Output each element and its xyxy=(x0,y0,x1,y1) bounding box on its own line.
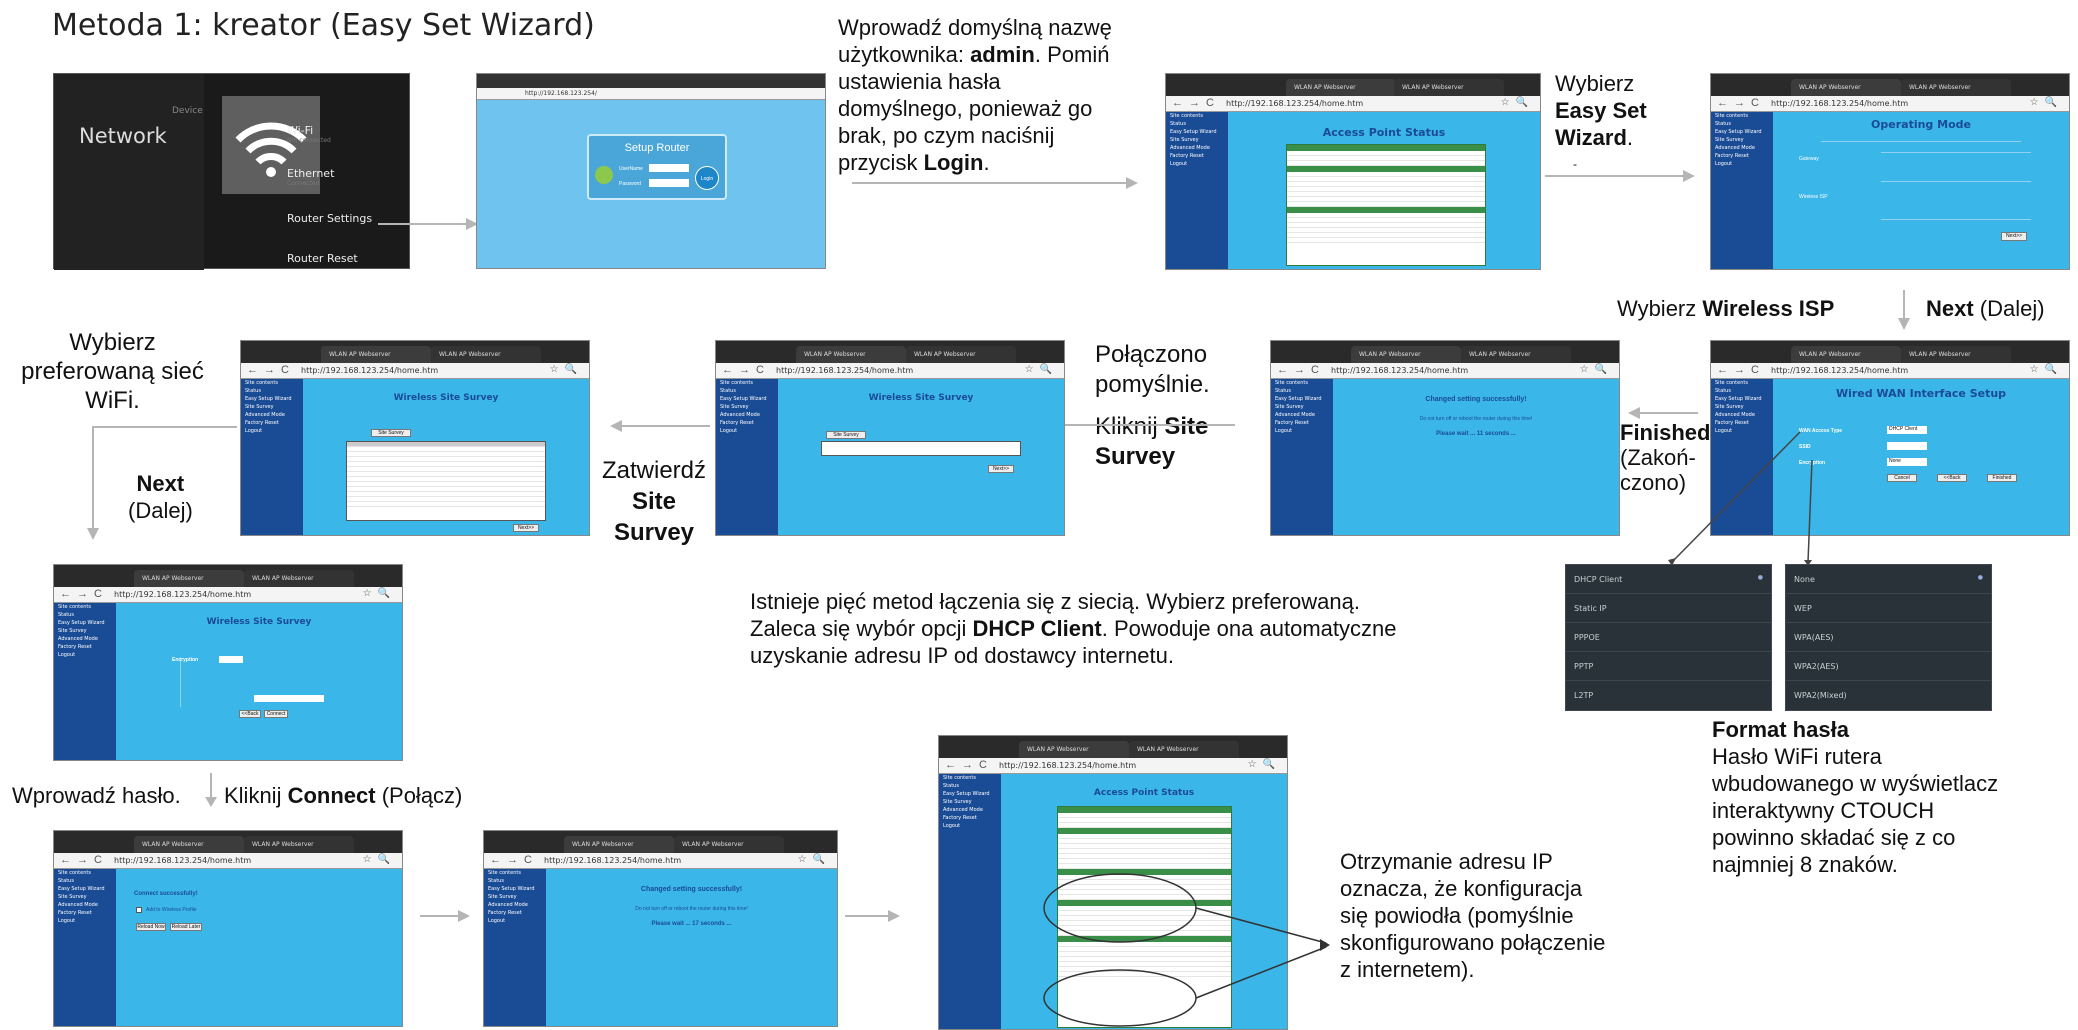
login-heading: Setup Router xyxy=(624,142,690,154)
dropdown-option[interactable]: None xyxy=(1786,565,1991,594)
router-icon xyxy=(595,166,613,184)
next-button[interactable]: Next>> xyxy=(988,465,1014,473)
ap-status-screenshot: WLAN AP Webserver WLAN AP Webserver ←→C ht… xyxy=(1165,73,1541,270)
device-label: Device xyxy=(172,106,203,116)
dropdown-option[interactable]: WEP xyxy=(1786,594,1991,623)
reload-now-button[interactable]: Reload Now xyxy=(136,923,166,931)
add-profile-checkbox[interactable] xyxy=(136,907,142,913)
changed-setting-screenshot: WLAN AP Webserver WLAN AP Webserver ←→C ht… xyxy=(1270,340,1620,536)
wan-type-dropdown[interactable]: DHCP Client Static IP PPPOE PPTP L2TP xyxy=(1565,564,1772,711)
arrow-down xyxy=(87,426,99,540)
connect-success-screenshot: WLAN AP Webserver WLAN AP Webserver ←→C ht… xyxy=(53,830,403,1027)
password-input[interactable] xyxy=(254,695,324,702)
encryption-select[interactable]: None xyxy=(1887,458,1927,466)
dropdown-option[interactable]: WPA2(AES) xyxy=(1786,652,1991,681)
arrow-left xyxy=(610,420,710,432)
dropdown-option[interactable]: L2TP xyxy=(1566,681,1771,710)
ssid-input[interactable] xyxy=(1887,442,1927,450)
network-label: Network xyxy=(79,124,167,148)
arrow-right xyxy=(378,218,478,230)
arrow-down xyxy=(1898,290,1910,330)
caption-confirm-survey: Zatwierdź Site Survey xyxy=(601,457,707,546)
caption-easy-set: Wybierz Easy Set Wizard. - xyxy=(1555,71,1647,171)
username-input[interactable] xyxy=(649,164,689,172)
arrow-left xyxy=(1628,407,1698,419)
site-survey-list-screenshot: WLAN AP Webserver WLAN AP Webserver ←→C ht… xyxy=(240,340,590,536)
arrow-right xyxy=(420,910,470,922)
arrow-right xyxy=(852,177,1138,189)
arrow-right xyxy=(1545,170,1695,182)
menu-item-router-reset[interactable]: Router Reset xyxy=(287,252,358,265)
caption-next-2: Next (Dalej) xyxy=(128,471,193,523)
dropdown-option[interactable]: WPA2(Mixed) xyxy=(1786,681,1991,710)
cancel-button[interactable]: Cancel xyxy=(1887,474,1917,482)
dropdown-option[interactable]: PPPOE xyxy=(1566,623,1771,652)
encryption-dropdown[interactable]: None WEP WPA(AES) WPA2(AES) WPA2(Mixed) xyxy=(1785,564,1992,711)
caption-enter-password: Wprowadź hasło. xyxy=(12,783,181,808)
back-button[interactable]: <<Back xyxy=(1937,474,1967,482)
caption-wireless-isp: Wybierz Wireless ISP xyxy=(1617,296,1835,321)
login-screenshot: http://192.168.123.254/ Setup Router Use… xyxy=(476,73,826,269)
operating-mode-screenshot: WLAN AP Webserver WLAN AP Webserver ←→C ht… xyxy=(1710,73,2070,270)
connect-button[interactable]: Connect xyxy=(264,710,288,718)
dropdown-option[interactable]: PPTP xyxy=(1566,652,1771,681)
dropdown-option[interactable]: WPA(AES) xyxy=(1786,623,1991,652)
login-button[interactable]: Login xyxy=(695,166,719,190)
site-survey-empty-screenshot: WLAN AP Webserver WLAN AP Webserver ←→C ht… xyxy=(715,340,1065,536)
encryption-select[interactable] xyxy=(219,656,243,663)
highlight-ellipses xyxy=(1043,873,1330,1027)
site-survey-button[interactable]: Site Survey xyxy=(371,429,411,437)
menu-item-wifi[interactable]: Wi-Fi Not connected xyxy=(287,124,331,144)
caption-choose-wifi: Wybierz preferowaną sieć WiFi. xyxy=(21,329,204,414)
menu-item-router-settings[interactable]: Router Settings xyxy=(287,212,372,225)
next-button[interactable]: Next>> xyxy=(2001,232,2027,241)
caption-login: Wprowadź domyślną nazwę użytkownika: adm… xyxy=(838,15,1112,175)
caption-next-1: Next (Dalej) xyxy=(1926,296,2045,321)
login-box: Setup Router UserName Password Login xyxy=(587,134,727,200)
caption-finished: Finished (Zakoń- czono) xyxy=(1620,420,1711,495)
caption-click-connect: Kliknij Connect (Połącz) xyxy=(224,783,463,808)
next-button[interactable]: Next>> xyxy=(513,524,539,532)
site-survey-button[interactable]: Site Survey xyxy=(826,431,866,439)
encryption-label: Encryption xyxy=(172,657,199,663)
back-button[interactable]: <<Back xyxy=(239,710,261,718)
android-network-screenshot: Device Network Wi-Fi Not connected Ether… xyxy=(53,73,410,270)
finished-button[interactable]: Finished xyxy=(1987,474,2017,482)
caption-connected: Połączono pomyślnie. Kliknij Site Survey xyxy=(1095,341,1210,470)
caption-dhcp-info: Istnieje pięć metod łączenia się z sieci… xyxy=(750,589,1397,668)
menu-item-ethernet[interactable]: Ethernet Connected xyxy=(287,167,334,187)
caption-password-format: Format hasła Hasło WiFi rutera wbudowane… xyxy=(1712,717,1999,877)
arrow-right xyxy=(845,910,900,922)
reload-later-button[interactable]: Reload Later xyxy=(170,923,202,931)
dropdown-option[interactable]: DHCP Client xyxy=(1566,565,1771,594)
caption-ip-success: Otrzymanie adresu IP oznacza, że konfigu… xyxy=(1340,849,1606,982)
password-input[interactable] xyxy=(649,179,689,187)
password-screenshot: WLAN AP Webserver WLAN AP Webserver ←→C ht… xyxy=(53,564,403,761)
page-title: Metoda 1: kreator (Easy Set Wizard) xyxy=(52,8,595,43)
elbow-line xyxy=(92,426,237,428)
changed-setting-17-screenshot: WLAN AP Webserver WLAN AP Webserver ←→C ht… xyxy=(483,830,838,1027)
wan-type-select[interactable]: DHCP Client xyxy=(1887,426,1927,434)
dropdown-option[interactable]: Static IP xyxy=(1566,594,1771,623)
